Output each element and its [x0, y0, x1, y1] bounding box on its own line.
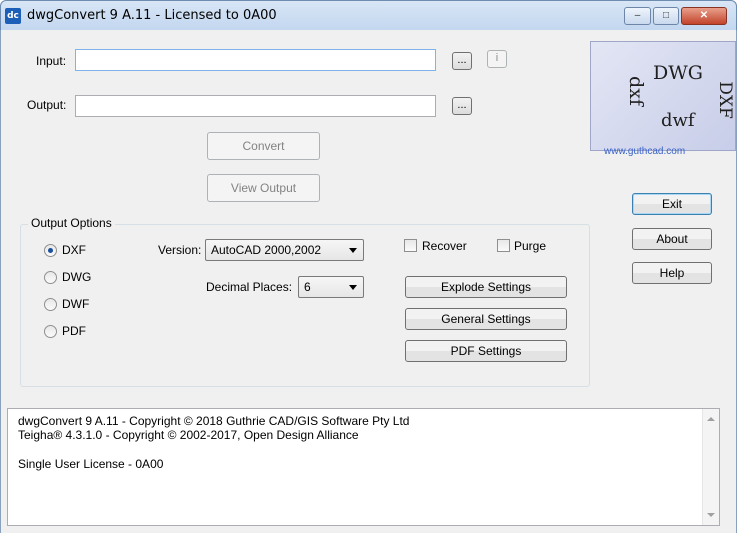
scroll-up-icon[interactable]	[707, 417, 715, 421]
chevron-down-icon	[349, 285, 357, 290]
radio-dxf-label[interactable]: DXF	[62, 243, 86, 257]
logo-dwf: dwf	[661, 110, 695, 131]
exit-button[interactable]: Exit	[632, 193, 712, 215]
close-button[interactable]: ✕	[681, 7, 727, 25]
output-field[interactable]	[75, 95, 436, 117]
product-logo: DWG dxf DXF dwf	[590, 41, 736, 151]
browse-input-button[interactable]: ...	[452, 52, 472, 70]
info-textbox[interactable]: dwgConvert 9 A.11 - Copyright © 2018 Gut…	[7, 408, 720, 526]
pdf-settings-button[interactable]: PDF Settings	[405, 340, 567, 362]
output-label: Output:	[27, 98, 67, 112]
radio-pdf[interactable]	[44, 325, 57, 338]
info-line-teigha: Teigha® 4.3.1.0 - Copyright © 2002-2017,…	[18, 428, 359, 442]
version-select-value: AutoCAD 2000,2002	[211, 243, 322, 257]
scroll-down-icon[interactable]	[707, 513, 715, 517]
about-button[interactable]: About	[632, 228, 712, 250]
decimal-places-value: 6	[304, 280, 311, 294]
decimal-places-label: Decimal Places:	[206, 280, 293, 294]
radio-dwg-label[interactable]: DWG	[62, 270, 91, 284]
input-label: Input:	[36, 54, 67, 68]
recover-checkbox[interactable]	[404, 239, 417, 252]
radio-dwg[interactable]	[44, 271, 57, 284]
radio-pdf-label[interactable]: PDF	[62, 324, 86, 338]
help-button[interactable]: Help	[632, 262, 712, 284]
title-bar[interactable]: dc dwgConvert 9 A.11 - Licensed to 0A00 …	[1, 1, 736, 31]
window-title: dwgConvert 9 A.11 - Licensed to 0A00	[27, 8, 277, 23]
minimize-button[interactable]: –	[624, 7, 651, 25]
convert-button[interactable]: Convert	[207, 132, 320, 160]
chevron-down-icon	[349, 248, 357, 253]
browse-output-button[interactable]: ...	[452, 97, 472, 115]
app-icon[interactable]: dc	[5, 8, 21, 24]
output-options-legend: Output Options	[28, 216, 115, 230]
recover-label[interactable]: Recover	[422, 239, 467, 253]
decimal-places-select[interactable]: 6	[298, 276, 364, 298]
maximize-button[interactable]: □	[653, 7, 679, 25]
logo-dwg: DWG	[653, 62, 703, 84]
input-field[interactable]	[75, 49, 436, 71]
vertical-scrollbar[interactable]	[702, 409, 719, 525]
general-settings-button[interactable]: General Settings	[405, 308, 567, 330]
radio-dwf-label[interactable]: DWF	[62, 297, 89, 311]
radio-dwf[interactable]	[44, 298, 57, 311]
version-label: Version:	[158, 243, 202, 257]
info-line-copyright: dwgConvert 9 A.11 - Copyright © 2018 Gut…	[18, 414, 410, 428]
purge-checkbox[interactable]	[497, 239, 510, 252]
radio-dxf[interactable]	[44, 244, 57, 257]
purge-label[interactable]: Purge	[514, 239, 546, 253]
website-link[interactable]: www.guthcad.com	[604, 146, 685, 157]
info-button[interactable]: i	[487, 50, 507, 68]
version-select[interactable]: AutoCAD 2000,2002	[205, 239, 364, 261]
logo-dxf-left: dxf	[624, 76, 647, 106]
view-output-button[interactable]: View Output	[207, 174, 320, 202]
explode-settings-button[interactable]: Explode Settings	[405, 276, 567, 298]
logo-dxf-right: DXF	[714, 81, 735, 119]
info-line-license: Single User License - 0A00	[18, 457, 164, 471]
